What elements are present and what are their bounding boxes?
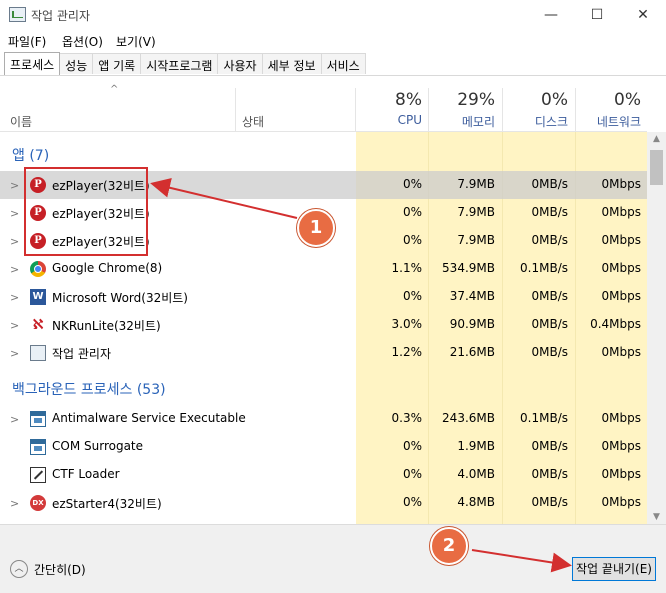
- annotation-badge-1: 1: [297, 209, 335, 247]
- arrow-1: [150, 177, 298, 219]
- annotation-arrows: [150, 177, 572, 573]
- annotation-badge-2: 2: [430, 527, 468, 565]
- arrow-2: [471, 549, 572, 573]
